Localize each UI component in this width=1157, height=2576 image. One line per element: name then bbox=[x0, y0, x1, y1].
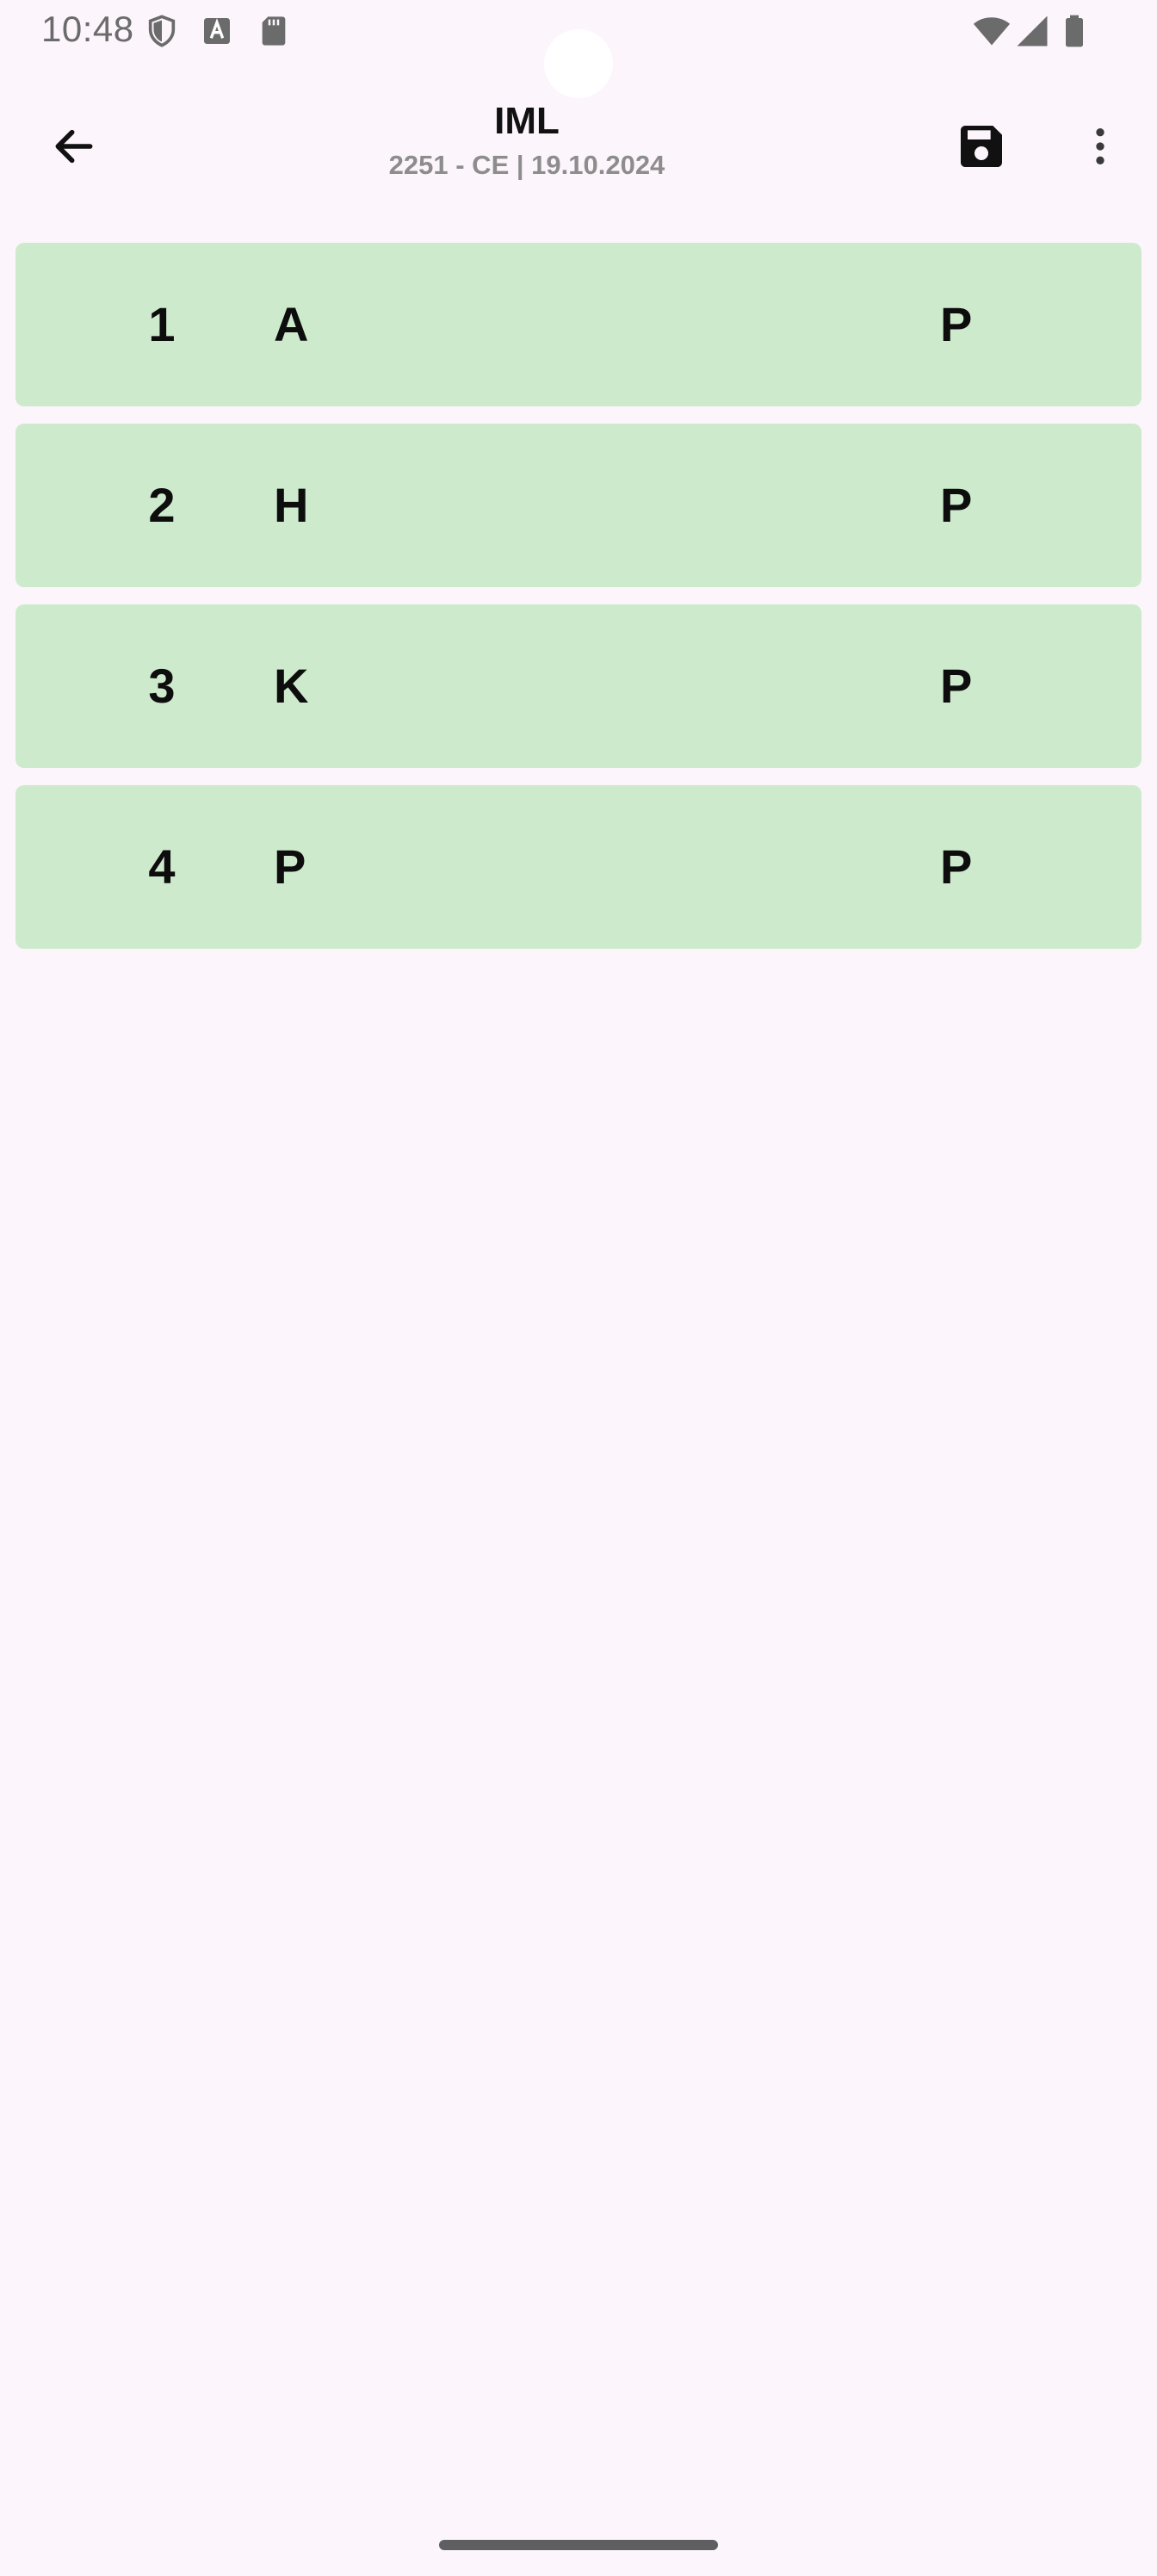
item-list: 1 A P 2 H P 3 K P 4 P P bbox=[15, 243, 1142, 966]
item-status: P bbox=[940, 297, 973, 351]
item-name: K bbox=[274, 659, 309, 713]
floppy-disk-icon bbox=[961, 126, 1002, 167]
more-vertical-icon bbox=[1096, 128, 1104, 164]
item-name: H bbox=[274, 478, 309, 532]
title-block: IML 2251 - CE | 19.10.2024 bbox=[284, 98, 770, 183]
text-a-icon bbox=[204, 18, 230, 44]
list-item[interactable]: 3 K P bbox=[15, 604, 1142, 768]
item-status: P bbox=[940, 659, 973, 713]
item-number: 2 bbox=[148, 478, 176, 532]
battery-icon bbox=[1066, 15, 1083, 47]
status-time: 10:48 bbox=[41, 9, 134, 49]
page-title: IML bbox=[494, 100, 560, 142]
sd-card-icon bbox=[262, 16, 286, 46]
screen: 10:48 IML 2251 - CE | 19.10.2024 1 A P 2… bbox=[0, 0, 1157, 2576]
cell-signal-icon bbox=[1017, 15, 1048, 46]
item-number: 4 bbox=[148, 839, 176, 894]
gesture-navigation-handle[interactable] bbox=[439, 2540, 718, 2550]
top-app-bar: IML 2251 - CE | 19.10.2024 bbox=[0, 86, 1157, 207]
save-button[interactable] bbox=[942, 107, 1021, 186]
item-number: 3 bbox=[148, 659, 176, 713]
back-button[interactable] bbox=[34, 107, 114, 186]
wifi-icon bbox=[973, 17, 1011, 46]
arrow-left-icon bbox=[55, 129, 93, 164]
item-number: 1 bbox=[148, 297, 176, 351]
item-name: A bbox=[274, 297, 309, 351]
shield-icon bbox=[148, 15, 176, 47]
status-bar: 10:48 bbox=[0, 0, 1157, 98]
item-status: P bbox=[940, 478, 973, 532]
item-name: P bbox=[274, 839, 306, 894]
list-item[interactable]: 1 A P bbox=[15, 243, 1142, 406]
item-status: P bbox=[940, 839, 973, 894]
list-item[interactable]: 4 P P bbox=[15, 785, 1142, 949]
more-options-button[interactable] bbox=[1061, 107, 1140, 186]
list-item[interactable]: 2 H P bbox=[15, 424, 1142, 587]
page-subtitle: 2251 - CE | 19.10.2024 bbox=[388, 150, 665, 180]
